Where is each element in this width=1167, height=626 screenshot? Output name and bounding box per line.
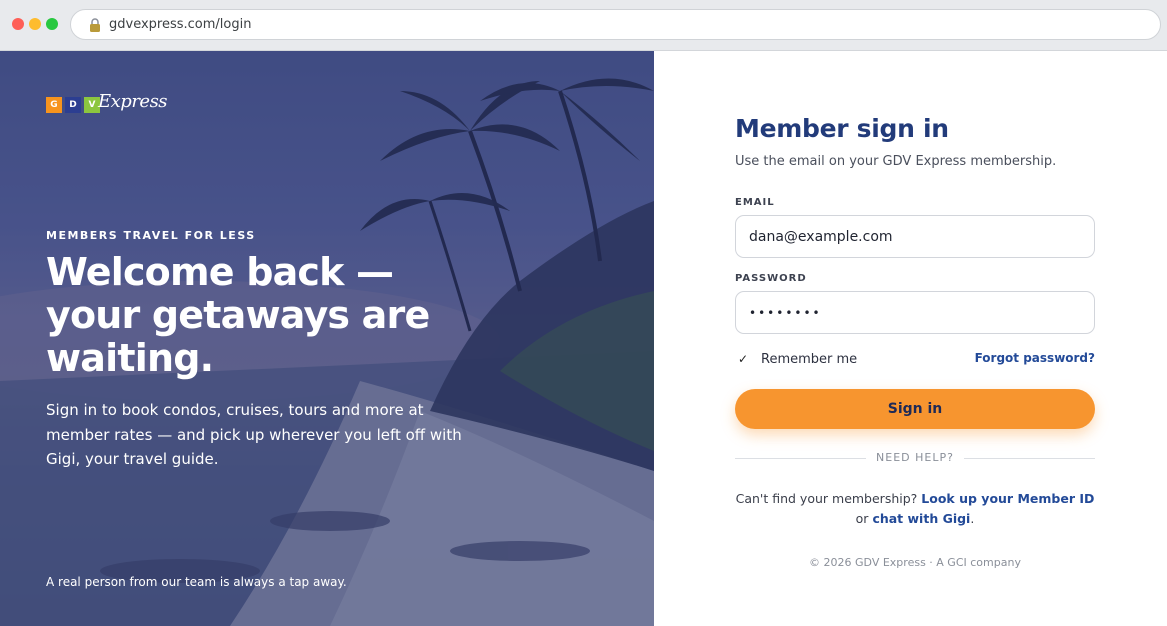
lock-icon	[90, 18, 100, 32]
sign-in-button[interactable]: Sign in	[735, 389, 1095, 429]
logo-wordmark: Express	[98, 91, 168, 112]
browser-chrome: gdvexpress.com/login	[0, 0, 1167, 51]
help-text: Can't find your membership? Look up your…	[735, 489, 1095, 529]
logo-letter-d: D	[65, 97, 81, 113]
hero-eyebrow: MEMBERS TRAVEL FOR LESS	[46, 229, 256, 242]
minimize-window-button[interactable]	[29, 18, 41, 30]
page-title: Member sign in	[735, 114, 949, 143]
lookup-member-id-link[interactable]: Look up your Member ID	[921, 491, 1094, 506]
close-window-button[interactable]	[12, 18, 24, 30]
email-field[interactable]	[735, 215, 1095, 258]
gdv-express-logo[interactable]: G D V Express	[46, 91, 168, 117]
chat-with-gigi-link[interactable]: chat with Gigi	[872, 511, 970, 526]
url-text: gdvexpress.com/login	[109, 17, 252, 32]
divider-line-right	[964, 458, 1095, 459]
need-help-divider: NEED HELP?	[735, 451, 1095, 465]
sign-in-panel: Member sign in Use the email on your GDV…	[654, 51, 1167, 626]
address-bar[interactable]: gdvexpress.com/login	[70, 9, 1161, 40]
forgot-password-link[interactable]: Forgot password?	[975, 351, 1095, 365]
page-subtitle: Use the email on your GDV Express member…	[735, 154, 1057, 169]
remember-me-label: Remember me	[761, 351, 858, 367]
password-label: PASSWORD	[735, 273, 807, 284]
hero-headline: Welcome back — your getaways are waiting…	[46, 250, 430, 380]
checkmark-icon: ✓	[737, 352, 749, 366]
hero-panel: G D V Express MEMBERS TRAVEL FOR LESS We…	[0, 51, 654, 626]
password-field[interactable]	[735, 291, 1095, 334]
help-or: or	[855, 511, 869, 526]
help-suffix: .	[970, 511, 975, 526]
logo-letter-g: G	[46, 97, 62, 113]
hero-footnote: A real person from our team is always a …	[46, 575, 347, 589]
maximize-window-button[interactable]	[46, 18, 58, 30]
email-label: EMAIL	[735, 197, 775, 208]
remember-me-checkbox[interactable]: ✓ Remember me	[735, 350, 857, 368]
help-prefix: Can't find your membership?	[735, 491, 918, 506]
copyright: © 2026 GDV Express · A GCI company	[809, 556, 1021, 569]
hero-description: Sign in to book condos, cruises, tours a…	[46, 401, 462, 468]
